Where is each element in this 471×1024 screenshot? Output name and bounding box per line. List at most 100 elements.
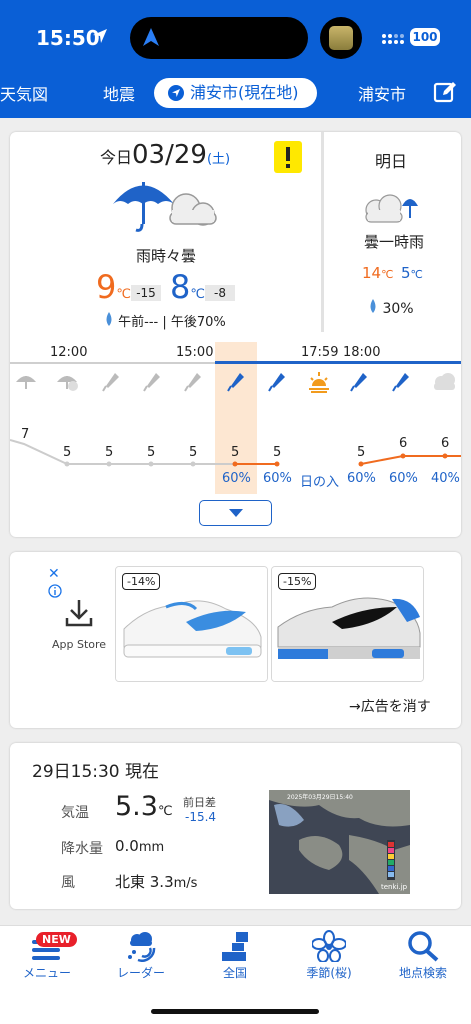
nav-search[interactable]: 地点検索 — [376, 926, 470, 996]
cloud-icon — [434, 373, 455, 390]
precip-label: 降水量 — [61, 841, 103, 857]
nav-nationwide-label: 全国 — [222, 966, 247, 980]
current-temp-unit: ℃ — [157, 804, 173, 819]
closed-umbrella-icon — [143, 373, 160, 392]
today-rain-value: 午前--- | 午後70% — [118, 315, 226, 330]
nav-nationwide[interactable]: 全国 — [188, 926, 282, 996]
remove-ads-link[interactable]: →広告を消す — [349, 696, 431, 716]
hour-label: 17:59 — [301, 345, 339, 360]
current-precip: 0.0mm — [115, 837, 164, 855]
sunset-label: 日の入 — [300, 475, 340, 490]
today-high-diff: -15 — [131, 285, 161, 301]
chevron-down-icon — [229, 509, 243, 517]
hourly-precip: 40% — [431, 471, 460, 486]
tomorrow-rain-chance: 30% — [368, 299, 414, 317]
radar-map-image — [269, 790, 410, 894]
hourly-temp: 5 — [63, 445, 72, 460]
nav-radar[interactable]: レーダー — [94, 926, 188, 996]
radar-icon — [128, 932, 156, 962]
dynamic-island — [130, 17, 308, 59]
tomorrow-high-value: 14 — [362, 264, 382, 282]
nav-menu[interactable]: NEW メニュー — [0, 926, 94, 996]
navigation-arrow-icon — [143, 28, 159, 46]
app-store-download[interactable]: App Store — [44, 566, 114, 682]
current-precip-value: 0.0 — [115, 837, 139, 855]
hourly-temp: 5 — [231, 445, 240, 460]
current-temp: 5.3℃ — [115, 791, 173, 822]
tab-weather-map[interactable]: 天気図 — [0, 82, 48, 108]
tab-earthquake[interactable]: 地震 — [103, 82, 135, 108]
hourly-temp: 5 — [147, 445, 156, 460]
edit-icon[interactable] — [433, 80, 457, 104]
new-badge: NEW — [36, 932, 77, 947]
ad-product-2[interactable]: -15% — [271, 566, 424, 682]
app-thumbnail[interactable] — [320, 17, 362, 59]
warning-icon[interactable] — [274, 141, 302, 173]
ad-product-1[interactable]: -14% — [115, 566, 268, 682]
sakura-icon — [312, 930, 346, 962]
timeline-past — [10, 362, 215, 364]
temp-unit: ℃ — [116, 287, 131, 302]
today-weekday: (土) — [206, 152, 231, 167]
closed-umbrella-icon — [102, 373, 119, 392]
tomorrow-low-value: 5 — [401, 264, 411, 282]
tomorrow-low-temp: 5℃ — [401, 264, 423, 282]
battery-indicator: 100 — [410, 28, 440, 46]
today-high-temp: 9℃ — [96, 268, 131, 306]
hourly-precip: 60% — [347, 471, 376, 486]
download-icon — [65, 600, 93, 627]
tab-current-location-label: 浦安市(現在地) — [190, 83, 299, 102]
hour-label: 18:00 — [343, 345, 381, 360]
nav-search-label: 地点検索 — [398, 966, 447, 980]
today-prefix: 今日 — [100, 148, 133, 167]
japan-map-icon — [222, 932, 248, 961]
hourly-temp: 5 — [273, 445, 282, 460]
hourly-temp: 5 — [105, 445, 114, 460]
timeline-future — [215, 361, 461, 364]
nav-season-label: 季節(桜) — [306, 966, 352, 980]
hourly-temp: 6 — [441, 436, 450, 451]
tomorrow-rain-value: 30% — [382, 301, 414, 317]
closed-umbrella-icon — [350, 373, 367, 392]
rain-umbrella-icon — [16, 376, 36, 389]
tab-current-location[interactable]: 浦安市(現在地) — [154, 78, 317, 108]
today-high-value: 9 — [96, 268, 117, 306]
temp-label: 気温 — [61, 805, 89, 821]
radar-brand: tenki.jp — [381, 883, 408, 891]
wind-label: 風 — [61, 875, 75, 891]
today-low-temp: 8℃ — [170, 268, 205, 306]
current-temp-value: 5.3 — [115, 791, 158, 822]
cloud-rain-umbrella-icon — [57, 376, 78, 391]
temp-unit: ℃ — [410, 268, 423, 281]
tomorrow-high-temp: 14℃ — [362, 264, 393, 282]
prev-day-value: -15.4 — [185, 810, 217, 824]
current-precip-unit: mm — [138, 840, 165, 855]
hourly-precip: 60% — [389, 471, 418, 486]
today-date: 今日03/29(土) — [100, 140, 230, 170]
tomorrow-weather: 曇一時雨 — [364, 233, 425, 251]
raindrop-icon — [370, 299, 376, 313]
current-wind: 北東 3.3m/s — [115, 871, 197, 892]
today-date-value: 03/29 — [132, 140, 207, 170]
location-arrow-icon — [93, 29, 107, 43]
hour-label: 15:00 — [176, 345, 214, 360]
hourly-temp: 6 — [399, 436, 408, 451]
today-low-value: 8 — [170, 268, 191, 306]
expand-forecast-button[interactable] — [199, 500, 272, 526]
rain-umbrella-cloud-icon — [113, 182, 217, 232]
raindrop-icon — [106, 312, 112, 326]
nav-season[interactable]: 季節(桜) — [282, 926, 376, 996]
closed-umbrella-icon — [184, 373, 201, 392]
discount-badge: -15% — [278, 573, 317, 590]
tomorrow-label: 明日 — [375, 152, 408, 171]
cloud-with-rain-icon — [365, 194, 418, 223]
home-indicator[interactable] — [151, 1009, 319, 1014]
signal-dots-icon — [382, 34, 404, 44]
radar-caption: 2025年03月29日15:40 — [287, 794, 353, 801]
hourly-temp: 5 — [189, 445, 198, 460]
closed-umbrella-icon — [268, 373, 285, 392]
tab-urayasu[interactable]: 浦安市 — [358, 82, 406, 108]
radar-thumbnail[interactable]: 2025年03月29日15:40 tenki.jp — [269, 790, 410, 894]
status-bar: 15:50 100 — [0, 0, 471, 76]
today-low-diff: -8 — [205, 285, 235, 301]
